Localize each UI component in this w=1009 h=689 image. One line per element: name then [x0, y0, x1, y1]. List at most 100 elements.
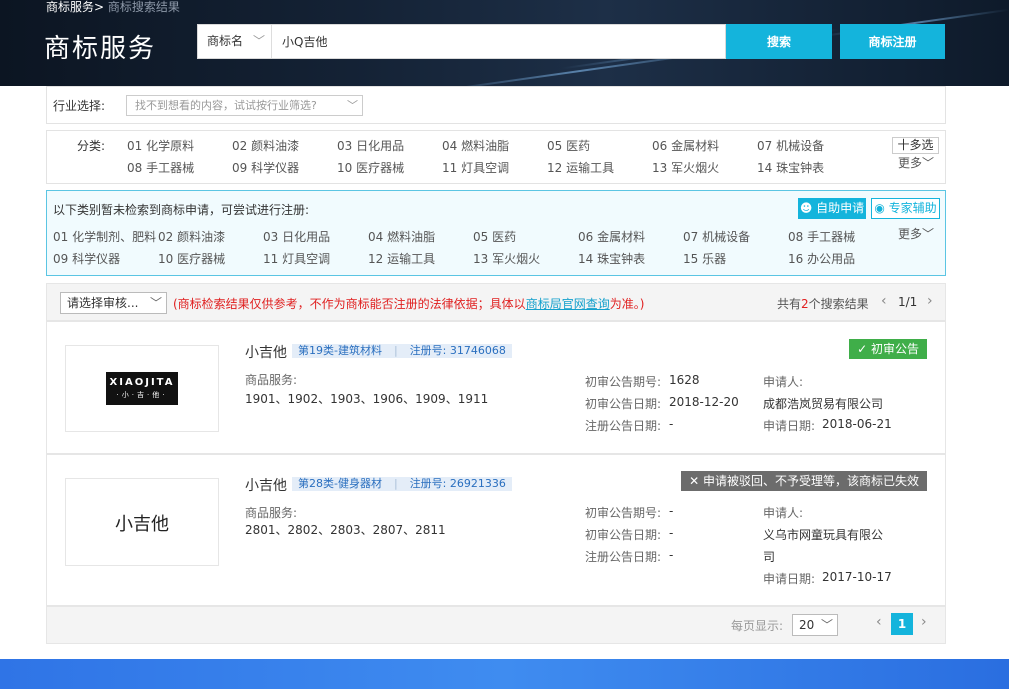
official-site-link[interactable]: 商标局官网查询 [526, 297, 610, 311]
goods-value: 2801、2802、2803、2807、2811 [245, 523, 446, 537]
more-categories-button[interactable]: 更多﹀ [898, 154, 934, 171]
breadcrumb-home[interactable]: 商标服务> [46, 0, 104, 14]
trademark-logo: 小吉他 [115, 514, 169, 535]
available-class-item[interactable]: 08 手工器械 [788, 228, 855, 245]
search-button[interactable]: 搜索 [726, 24, 832, 59]
reg-no-label: 注册号: [409, 477, 447, 490]
available-class-item[interactable]: 04 燃料油脂 [368, 228, 435, 245]
search-box: 商标名 ﹀ [197, 24, 726, 59]
per-page-select[interactable]: 20 ﹀ [792, 614, 838, 636]
prelim-date-label: 初审公告日期: [585, 528, 662, 542]
category-item[interactable]: 05 医药 [547, 137, 590, 154]
reg-no: 26921336 [449, 477, 506, 490]
prelim-no-label: 初审公告期号: [585, 506, 662, 520]
disclaimer-notice: (商标检索结果仅供参考，不作为商标能否注册的法律依据；具体以商标局官网查询为准。… [173, 295, 644, 312]
reg-date-label: 注册公告日期: [585, 419, 662, 433]
trademark-image[interactable]: 小吉他 [65, 478, 219, 566]
register-trademark-button[interactable]: 商标注册 [840, 24, 945, 59]
category-item[interactable]: 08 手工器械 [127, 159, 194, 176]
category-item[interactable]: 01 化学原料 [127, 137, 194, 154]
category-item[interactable]: 02 颜料油漆 [232, 137, 299, 154]
prelim-date-label: 初审公告日期: [585, 397, 662, 411]
available-class-item[interactable]: 14 珠宝钟表 [578, 250, 645, 267]
category-item[interactable]: 11 灯具空调 [442, 159, 509, 176]
notice-suffix: 为准。) [609, 297, 645, 311]
category-item[interactable]: 13 军火烟火 [652, 159, 719, 176]
applicant-label: 申请人: [763, 506, 804, 520]
current-page-button[interactable]: 1 [891, 613, 913, 635]
self-apply-label: 自助申请 [816, 201, 865, 215]
available-class-item[interactable]: 09 科学仪器 [53, 250, 120, 267]
available-class-item[interactable]: 15 乐器 [683, 250, 726, 267]
trademark-class: 第28类-健身器材 [298, 477, 382, 490]
trademark-name[interactable]: 小吉他 [245, 475, 287, 495]
more-available-classes-button[interactable]: 更多﹀ [898, 225, 934, 242]
available-class-item[interactable]: 07 机械设备 [683, 228, 750, 245]
trademark-result-card[interactable]: 小吉他 小吉他 第28类-健身器材 | 注册号: 26921336 ✕ 申请被驳回、… [46, 454, 946, 606]
multi-select-button[interactable]: 十多选 [892, 137, 939, 154]
trademark-image[interactable]: XIAOJITA ·小·吉·他· [65, 345, 219, 432]
review-status-label: 请选择审核... [67, 296, 139, 310]
available-class-item[interactable]: 12 运输工具 [368, 250, 435, 267]
prelim-no: 1628 [669, 373, 700, 387]
trademark-result-card[interactable]: XIAOJITA ·小·吉·他· 小吉他 第19类-建筑材料 | 注册号: 3174… [46, 321, 946, 454]
available-class-item[interactable]: 05 医药 [473, 228, 516, 245]
industry-label: 行业选择: [53, 99, 106, 113]
next-page-icon[interactable]: › [921, 614, 927, 630]
available-class-item[interactable]: 16 办公用品 [788, 250, 855, 267]
per-page-label: 每页显示: [731, 619, 784, 633]
industry-select[interactable]: 找不到想看的内容，试试按行业筛选? ﹀ [126, 95, 363, 116]
category-item[interactable]: 09 科学仪器 [232, 159, 299, 176]
chevron-down-icon: ﹀ [347, 99, 358, 112]
expert-icon: ◉ [874, 201, 885, 215]
expert-help-button[interactable]: ◉ 专家辅助 [871, 198, 940, 219]
pagination-bar: 每页显示: 20 ﹀ ‹ 1 › [46, 606, 946, 644]
available-class-item[interactable]: 02 颜料油漆 [158, 228, 225, 245]
available-classes-title: 以下类别暂未检索到商标申请，可尝试进行注册: [53, 203, 310, 217]
category-item[interactable]: 12 运输工具 [547, 159, 614, 176]
applicant: 成都浩岚贸易有限公司 [763, 397, 884, 411]
brand-title: 商标服务 [44, 34, 157, 64]
category-item[interactable]: 03 日化用品 [337, 137, 404, 154]
available-class-item[interactable]: 01 化学制剂、肥料 [53, 228, 156, 245]
available-class-item[interactable]: 11 灯具空调 [263, 250, 330, 267]
status-label: 申请被驳回、不予受理等，该商标已失效 [702, 474, 919, 488]
search-input[interactable] [282, 25, 722, 58]
category-item[interactable]: 14 珠宝钟表 [757, 159, 824, 176]
trademark-name[interactable]: 小吉他 [245, 342, 287, 362]
category-item[interactable]: 07 机械设备 [757, 137, 824, 154]
category-item[interactable]: 04 燃料油脂 [442, 137, 509, 154]
prev-page-icon[interactable]: ‹ [876, 614, 882, 630]
category-item[interactable]: 10 医疗器械 [337, 159, 404, 176]
industry-filter: 行业选择: 找不到想看的内容，试试按行业筛选? ﹀ [46, 86, 946, 124]
available-class-item[interactable]: 06 金属材料 [578, 228, 645, 245]
available-class-item[interactable]: 13 军火烟火 [473, 250, 540, 267]
expert-help-label: 专家辅助 [888, 201, 937, 215]
self-apply-button[interactable]: ☻ 自助申请 [798, 198, 866, 219]
trademark-class: 第19类-建筑材料 [298, 344, 382, 357]
goods-value: 1901、1902、1903、1906、1909、1911 [245, 392, 489, 406]
chevron-down-icon: ﹀ [820, 618, 833, 632]
category-label: 分类: [77, 139, 106, 153]
search-type-select[interactable]: 商标名 ﹀ [198, 25, 272, 58]
user-icon: ☻ [799, 201, 813, 215]
apply-date: 2017-10-17 [822, 570, 892, 584]
total-suffix: 个搜索结果 [808, 297, 869, 311]
next-page-icon[interactable]: › [927, 293, 933, 309]
applicant-cont: 司 [763, 550, 776, 564]
prev-page-icon[interactable]: ‹ [881, 293, 887, 309]
close-circle-icon: ✕ [689, 474, 700, 488]
chevron-down-icon: ﹀ [252, 34, 265, 48]
review-status-select[interactable]: 请选择审核... ﹀ [60, 292, 167, 314]
category-item[interactable]: 06 金属材料 [652, 137, 719, 154]
industry-placeholder: 找不到想看的内容，试试按行业筛选? [135, 99, 317, 112]
available-class-item[interactable]: 03 日化用品 [263, 228, 330, 245]
breadcrumb-current: 商标搜索结果 [107, 0, 180, 14]
apply-date-label: 申请日期: [763, 572, 816, 586]
available-classes-panel: 以下类别暂未检索到商标申请，可尝试进行注册: ☻ 自助申请 ◉ 专家辅助 01 … [46, 190, 946, 276]
prelim-no-label: 初审公告期号: [585, 375, 662, 389]
per-page-value: 20 [799, 618, 815, 632]
result-count: 共有2个搜索结果 [777, 295, 869, 312]
available-class-item[interactable]: 10 医疗器械 [158, 250, 225, 267]
logo-text-en: XIAOJITA [109, 377, 175, 388]
